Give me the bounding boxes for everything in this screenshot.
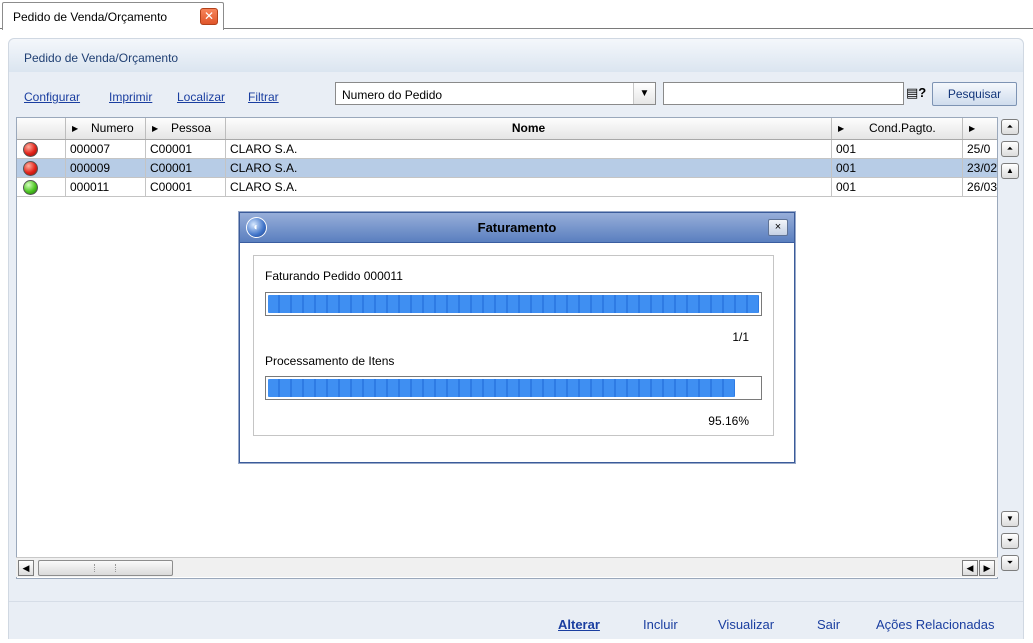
status-cell (17, 159, 66, 177)
header-pessoa-label: Pessoa (171, 121, 212, 135)
cell-cond: 001 (832, 159, 963, 177)
progress-group: Faturando Pedido 000011 1/1 Processament… (253, 255, 774, 436)
sair-button[interactable]: Sair (817, 617, 840, 632)
status-cell (17, 140, 66, 158)
search-input[interactable] (663, 82, 904, 105)
cell-nome: CLARO S.A. (226, 178, 832, 196)
grip-icon (94, 564, 116, 572)
progress-bar-items (265, 376, 762, 400)
progress-percent: 95.16% (708, 414, 749, 428)
app-logo-icon: ◐ (246, 217, 267, 238)
cell-data: 25/0 (967, 142, 991, 156)
progress-fill-items (268, 379, 736, 397)
scrollbar-thumb[interactable] (38, 560, 173, 576)
cell-nome: CLARO S.A. (226, 159, 832, 177)
scroll-down-icon[interactable]: ▼ (1001, 511, 1019, 527)
close-icon[interactable]: × (768, 219, 788, 236)
grid-header: ▶ Numero ▶ Pessoa Nome ▶ Cond.Pagto. ▶ (17, 118, 997, 140)
page-title: Pedido de Venda/Orçamento (24, 51, 179, 65)
cell-pessoa: C00001 (146, 159, 226, 177)
tab-strip: Pedido de Venda/Orçamento ✕ (0, 0, 1033, 30)
chevron-down-icon[interactable]: ▼ (633, 83, 655, 104)
incluir-button[interactable]: Incluir (643, 617, 678, 632)
scroll-bottom-icon[interactable]: ⏷ (1001, 555, 1019, 571)
cell-data: 23/02 (967, 161, 998, 175)
scroll-page-down-icon[interactable]: ⏷ (1001, 533, 1019, 549)
close-icon[interactable]: ✕ (200, 8, 218, 25)
imprimir-link[interactable]: Imprimir (109, 90, 152, 104)
cell-data: 26/03 (967, 180, 998, 194)
panel-header: Pedido de Venda/Orçamento (9, 39, 1023, 72)
tab-label: Pedido de Venda/Orçamento (13, 10, 168, 24)
scroll-page-up-icon[interactable]: ⏶ (1001, 141, 1019, 157)
horizontal-scrollbar[interactable]: ◀ ◀ ▶ (16, 557, 998, 577)
progress-count: 1/1 (732, 330, 749, 344)
faturamento-dialog: Faturamento ◐ × Faturando Pedido 000011 … (239, 212, 795, 463)
sort-arrow-icon: ▶ (838, 124, 845, 133)
cell-pessoa: C00001 (146, 178, 226, 196)
status-cell (17, 178, 66, 196)
search-field-value: Numero do Pedido (342, 88, 443, 102)
cell-nome: CLARO S.A. (226, 140, 832, 158)
cell-numero: 000009 (66, 159, 146, 177)
search-options-icon[interactable]: ▤? (906, 84, 930, 104)
table-row[interactable]: 000007 C00001 CLARO S.A. 001 25/0 (17, 140, 997, 159)
action-bar (9, 601, 1023, 639)
header-numero-label: Numero (91, 121, 134, 135)
search-field-select[interactable]: Numero do Pedido ▼ (335, 82, 656, 105)
cell-numero: 000007 (66, 140, 146, 158)
status-green-icon (23, 180, 38, 195)
progress-bar-orders (265, 292, 762, 316)
scroll-left-icon[interactable]: ◀ (962, 560, 978, 576)
header-status[interactable] (17, 118, 66, 139)
header-pessoa[interactable]: ▶ Pessoa (146, 118, 226, 139)
progress-label-items: Processamento de Itens (265, 354, 395, 368)
header-data[interactable]: ▶ (963, 118, 997, 139)
progress-fill-orders (268, 295, 759, 313)
filtrar-link[interactable]: Filtrar (248, 90, 279, 104)
scroll-top-icon[interactable]: ⏶ (1001, 119, 1019, 135)
tab-pedido-venda[interactable]: Pedido de Venda/Orçamento ✕ (2, 2, 224, 30)
localizar-link[interactable]: Localizar (177, 90, 225, 104)
visualizar-button[interactable]: Visualizar (718, 617, 774, 632)
status-red-icon (23, 142, 38, 157)
progress-label-orders: Faturando Pedido 000011 (265, 269, 403, 283)
scroll-up-icon[interactable]: ▲ (1001, 163, 1019, 179)
alterar-button[interactable]: Alterar (558, 617, 600, 632)
sort-arrow-icon: ▶ (152, 124, 159, 133)
header-nome[interactable]: Nome (226, 118, 832, 139)
dialog-title-bar[interactable]: Faturamento ◐ × (240, 213, 794, 243)
sort-arrow-icon: ▶ (969, 124, 976, 133)
cell-cond: 001 (832, 140, 963, 158)
search-button[interactable]: Pesquisar (932, 82, 1017, 106)
header-cond-pagto[interactable]: ▶ Cond.Pagto. (832, 118, 963, 139)
table-row[interactable]: 000009 C00001 CLARO S.A. 001 23/02 (17, 159, 997, 178)
scroll-right-icon[interactable]: ▶ (979, 560, 995, 576)
header-cond-label: Cond.Pagto. (869, 121, 936, 135)
cell-numero: 000011 (66, 178, 146, 196)
status-red-icon (23, 161, 38, 176)
table-row[interactable]: 000011 C00001 CLARO S.A. 001 26/03 (17, 178, 997, 197)
dialog-title: Faturamento (477, 220, 557, 235)
cell-cond: 001 (832, 178, 963, 196)
acoes-relacionadas-button[interactable]: Ações Relacionadas (876, 617, 995, 632)
sort-arrow-icon: ▶ (72, 124, 79, 133)
cell-pessoa: C00001 (146, 140, 226, 158)
configurar-link[interactable]: Configurar (24, 90, 80, 104)
header-numero[interactable]: ▶ Numero (66, 118, 146, 139)
scroll-left-icon[interactable]: ◀ (18, 560, 34, 576)
